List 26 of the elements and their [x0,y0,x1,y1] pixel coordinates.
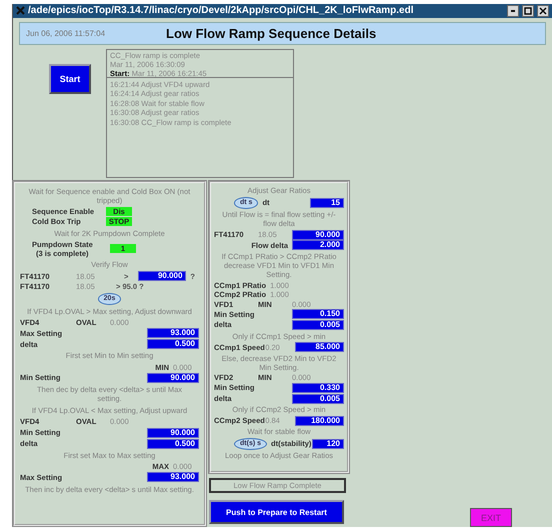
timestamp: Jun 06, 2006 11:57:04 [26,28,106,38]
value-entry[interactable]: 85.000 [295,342,344,352]
value-entry[interactable]: 180.000 [295,416,344,426]
value-entry[interactable]: 93.000 [147,472,199,482]
value-entry[interactable]: 0.005 [292,394,344,404]
minimize-icon[interactable] [507,4,519,17]
value-entry[interactable]: 15 [310,198,344,208]
page-title: Low Flow Ramp Sequence Details [166,26,376,41]
value-entry[interactable]: 0.150 [292,309,344,320]
value-entry[interactable]: 90.000 [138,271,186,282]
start-button[interactable]: Start [49,64,91,94]
value-entry[interactable]: 0.500 [147,339,199,350]
value-entry[interactable]: 0.330 [292,382,344,393]
close-icon[interactable] [537,4,549,17]
restart-button[interactable]: Push to Prepare to Restart [209,500,344,524]
value-entry[interactable]: 120 [312,438,344,449]
maximize-icon[interactable] [522,4,534,17]
value-entry[interactable]: 93.000 [147,328,199,338]
value-entry[interactable]: 90.000 [292,230,344,240]
value-entry[interactable]: 2.000 [292,240,344,250]
value-entry[interactable]: 0.500 [147,438,199,449]
value-entry[interactable]: 0.005 [292,320,344,330]
window-title: /ade/epics/iocTop/R3.14.7/linac/cryo/Devel/2kApp/srcOpi/CHL_2K_loFlwRamp.edl [28,5,414,16]
value-entry[interactable]: 90.000 [147,428,199,438]
x-logo-icon [16,6,25,16]
value-entry[interactable]: 90.000 [147,372,199,383]
